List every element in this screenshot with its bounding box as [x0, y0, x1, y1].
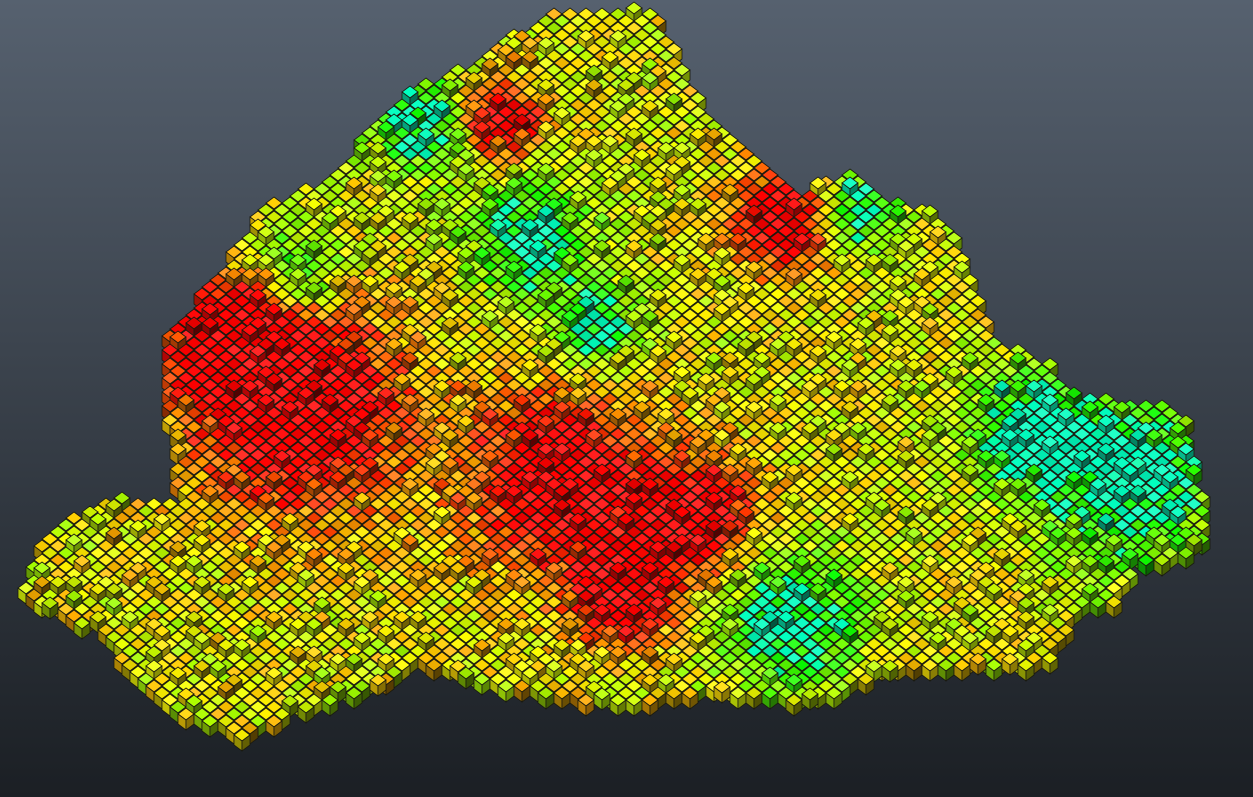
3d-viewport[interactable]	[0, 0, 1253, 797]
block-model-scene[interactable]	[0, 0, 1253, 797]
